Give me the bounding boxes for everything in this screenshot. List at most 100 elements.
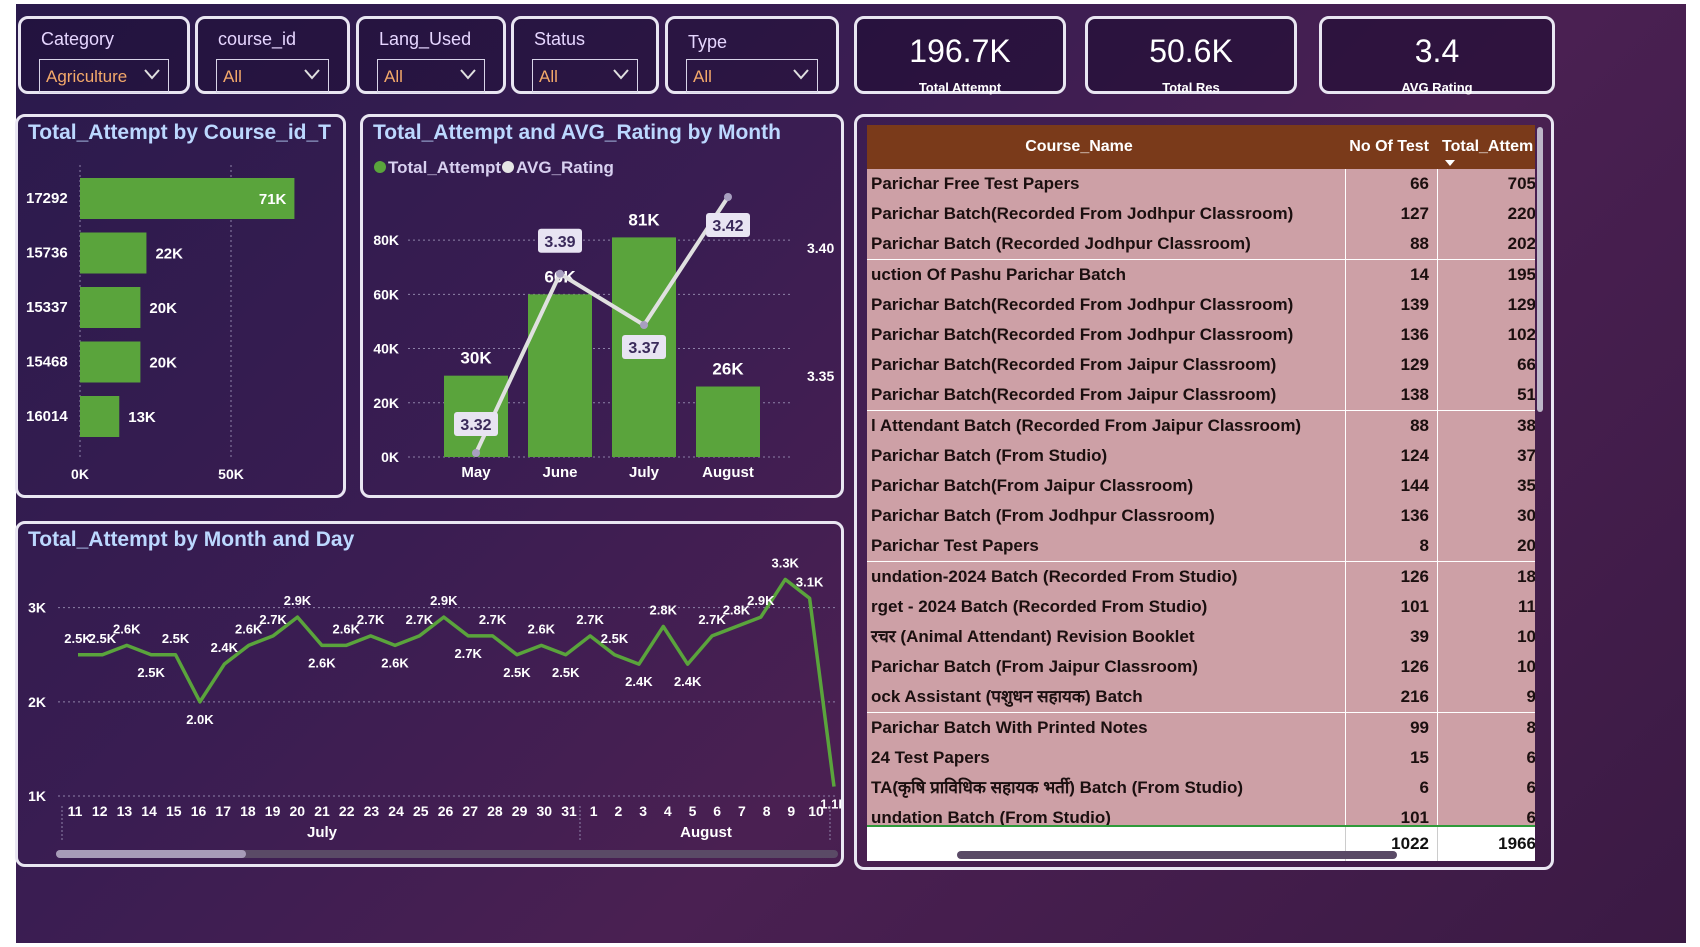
table-row[interactable]: Parichar Batch (From Jaipur Classroom) 12… (867, 652, 1535, 684)
cell-no-of-test: 126 (1345, 561, 1437, 592)
data-label: 2.5K (137, 665, 165, 680)
table-row[interactable]: Parichar Batch (From Jodhpur Classroom) 1… (867, 501, 1535, 533)
line-data-label: 3.39 (544, 234, 575, 251)
bar (696, 386, 760, 457)
kpi-card-total-attempt: 196.7K Total Attempt (854, 16, 1066, 95)
cell-no-of-test: 39 (1345, 622, 1437, 652)
table-row[interactable]: Parichar Batch With Printed Notes 998 (867, 712, 1535, 744)
table-row[interactable]: TA(कृषि प्राविधिक सहायक भर्ती) Batch (Fr… (867, 773, 1535, 804)
category-dropdown[interactable]: Agriculture (39, 59, 169, 93)
data-label: 2.7K (479, 612, 507, 627)
table-row[interactable]: रचर (Animal Attendant) Revision Booklet 3… (867, 622, 1535, 653)
table-row[interactable]: Parichar Batch(From Jaipur Classroom) 144… (867, 471, 1535, 502)
cell-no-of-test: 129 (1345, 350, 1437, 381)
legend-label: Total_Attempt (388, 158, 501, 177)
cell-no-of-test: 136 (1345, 501, 1437, 532)
chevron-down-icon (460, 69, 476, 80)
slicer-status[interactable]: Status All (511, 16, 659, 94)
table-row[interactable]: 24 Test Papers 156 (867, 742, 1535, 774)
cell-no-of-test: 8 (1345, 531, 1437, 562)
table-row[interactable]: Parichar Batch(Recorded From Jaipur Clas… (867, 380, 1535, 412)
table-row[interactable]: ock Assistant (पशुधन सहायक) Batch 2169 (867, 682, 1535, 714)
dropdown-value: Agriculture (46, 67, 128, 86)
bar (80, 232, 147, 274)
cell-course-name: Parichar Batch(Recorded From Jaipur Clas… (871, 355, 1277, 375)
table-row[interactable]: Parichar Test Papers 8 20 (867, 531, 1535, 563)
table-row[interactable]: rget - 2024 Batch (Recorded From Studio)… (867, 591, 1535, 623)
header-total-attempt[interactable]: Total_Attem (1442, 125, 1535, 169)
y-tick-label: 2K (28, 694, 46, 710)
kpi-card-avg-rating: 3.4 AVG Rating (1319, 16, 1555, 95)
data-label: 2.4K (625, 674, 653, 689)
cell-course-name: ock Assistant (पशुधन सहायक) Batch (871, 687, 1143, 707)
slicer-type[interactable]: Type All (665, 16, 839, 94)
x-tick-label: 24 (388, 803, 404, 819)
course-id-dropdown[interactable]: All (216, 59, 329, 93)
table-row[interactable]: Parichar Batch(Recorded From Jodhpur Cla… (867, 199, 1535, 231)
x-tick-label: 31 (561, 803, 577, 819)
line-point (724, 193, 732, 201)
horizontal-scrollbar[interactable] (957, 851, 1397, 859)
table-row[interactable]: Parichar Batch (Recorded Jodhpur Classro… (867, 229, 1535, 261)
cell-course-name: Parichar Batch(Recorded From Jaipur Clas… (871, 385, 1277, 405)
cell-no-of-test: 99 (1345, 712, 1437, 743)
data-label: 3.1K (796, 574, 824, 589)
table-row[interactable]: Parichar Batch(Recorded From Jodhpur Cla… (867, 320, 1535, 351)
data-label: 2.4K (674, 674, 702, 689)
vertical-scrollbar[interactable] (1537, 127, 1543, 412)
slicer-category[interactable]: Category Agriculture (18, 16, 190, 94)
x-tick-label: 4 (664, 803, 672, 819)
x-tick-label: 16 (191, 803, 207, 819)
scrollbar-thumb[interactable] (56, 850, 246, 858)
y-tick-label: 0K (381, 449, 399, 465)
y2-tick-label: 3.40 (807, 240, 834, 256)
slicer-course-id[interactable]: course_id All (195, 16, 350, 94)
cell-total-attempt: 66 (1437, 350, 1535, 381)
table-row[interactable]: l Attendant Batch (Recorded From Jaipur … (867, 410, 1535, 442)
x-tick-label: 7 (738, 803, 746, 819)
total-attempt: 1966 (1437, 827, 1535, 861)
type-dropdown[interactable]: All (686, 59, 818, 93)
table-row[interactable]: undation-2024 Batch (Recorded From Studi… (867, 561, 1535, 593)
data-label: 2.5K (503, 665, 531, 680)
x-tick-label: 9 (787, 803, 795, 819)
x-tick-label: 1 (590, 803, 598, 819)
bar (80, 287, 141, 328)
x-tick-label: 50K (218, 466, 244, 482)
cell-total-attempt: 6 (1437, 742, 1535, 773)
y-tick-label: 17292 (26, 190, 68, 207)
cell-no-of-test: 66 (1345, 169, 1437, 199)
data-label: 2.4K (211, 640, 239, 655)
cell-course-name: Parichar Batch(Recorded From Jodhpur Cla… (871, 294, 1294, 314)
data-label: 2.9K (430, 593, 458, 608)
table-row[interactable]: Parichar Batch(Recorded From Jaipur Clas… (867, 350, 1535, 382)
cell-course-name: Parichar Batch (From Jodhpur Classroom) (871, 506, 1215, 526)
cell-total-attempt: 11 (1437, 591, 1535, 622)
y-tick-label: 60K (373, 286, 399, 302)
cell-no-of-test: 138 (1345, 380, 1437, 411)
table-row[interactable]: Parichar Batch (From Studio) 124 37 (867, 440, 1535, 472)
dropdown-value: All (223, 67, 242, 86)
y-tick-label: 15337 (26, 299, 68, 316)
status-dropdown[interactable]: All (532, 59, 638, 93)
lang-used-dropdown[interactable]: All (377, 59, 485, 93)
header-course-name[interactable]: Course_Name (867, 125, 1287, 169)
cell-total-attempt: 10 (1437, 652, 1535, 683)
table-row[interactable]: Parichar Free Test Papers 66 705 (867, 169, 1535, 200)
slicer-lang-used[interactable]: Lang_Used All (356, 16, 506, 94)
table-row[interactable]: Parichar Batch(Recorded From Jodhpur Cla… (867, 289, 1535, 321)
course-table[interactable]: Course_Name No Of Test Total_Attem Paric… (867, 125, 1535, 865)
header-no-of-test[interactable]: No Of Test (1345, 125, 1437, 169)
x-tick-label: 13 (117, 803, 133, 819)
y-tick-label: 20K (373, 395, 399, 411)
table-row[interactable]: uction Of Pashu Parichar Batch 14 195 (867, 259, 1535, 291)
cell-total-attempt: 705 (1437, 169, 1535, 199)
chevron-down-icon (793, 69, 809, 80)
legend-label: AVG_Rating (516, 158, 614, 177)
cell-total-attempt: 8 (1437, 712, 1535, 743)
data-label: 2.6K (308, 655, 336, 670)
x-tick-label: May (461, 464, 491, 481)
cell-total-attempt: 220 (1437, 199, 1535, 230)
data-label: 2.9K (284, 593, 312, 608)
dropdown-value: All (539, 67, 558, 86)
